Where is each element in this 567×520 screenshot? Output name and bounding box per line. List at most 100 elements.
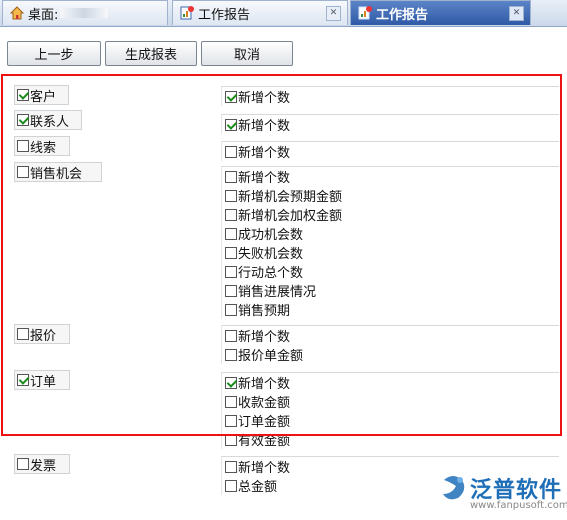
option-checkbox[interactable] bbox=[225, 118, 237, 131]
option-checkbox[interactable] bbox=[225, 395, 237, 408]
option-group-0: 新增个数 bbox=[221, 86, 559, 106]
option-item[interactable]: 新增个数 bbox=[225, 142, 559, 161]
group-label-text: 发票 bbox=[30, 458, 57, 474]
prev-step-button[interactable]: 上一步 bbox=[7, 41, 101, 66]
option-item[interactable]: 收款金额 bbox=[225, 392, 559, 411]
option-group-3: 新增个数新增机会预期金额 新增机会加权金额 成功机会数失败机会数行动总个数销售进展情… bbox=[221, 166, 559, 319]
option-group-4: 新增个数 报价单金额 bbox=[221, 325, 559, 364]
option-item[interactable]: 报价单金额 bbox=[225, 345, 559, 364]
option-label: 失败机会数 bbox=[238, 247, 304, 262]
option-item[interactable]: 失败机会数 bbox=[225, 243, 559, 262]
group-checkbox[interactable] bbox=[17, 166, 29, 178]
option-label: 销售进展情况 bbox=[238, 285, 317, 300]
group-label-text: 销售机会 bbox=[30, 166, 83, 182]
option-checkbox[interactable] bbox=[225, 329, 237, 342]
option-item[interactable]: 销售预期 bbox=[225, 300, 559, 319]
option-item[interactable]: 新增个数 bbox=[225, 373, 559, 392]
option-item[interactable]: 销售进展情况 bbox=[225, 281, 559, 300]
option-label: 行动总个数 bbox=[238, 266, 304, 281]
option-item[interactable]: 成功机会数 bbox=[225, 224, 559, 243]
tab-desktop-label: 桌面: bbox=[28, 7, 59, 23]
option-group-2: 新增个数 bbox=[221, 141, 559, 161]
option-item[interactable]: 有效金额 bbox=[225, 430, 559, 449]
group-label-text: 客户 bbox=[30, 89, 57, 105]
group-label-2[interactable]: 线索 bbox=[14, 136, 70, 156]
group-checkbox[interactable] bbox=[17, 374, 29, 386]
option-checkbox[interactable] bbox=[225, 414, 237, 427]
option-label: 新增个数 bbox=[238, 330, 291, 345]
option-checkbox[interactable] bbox=[225, 284, 237, 297]
option-checkbox[interactable] bbox=[225, 208, 237, 221]
cancel-button[interactable]: 取消 bbox=[201, 41, 293, 66]
close-icon[interactable]: ✕ bbox=[509, 6, 524, 21]
option-checkbox[interactable] bbox=[225, 90, 237, 103]
option-checkbox[interactable] bbox=[225, 348, 237, 361]
option-checkbox[interactable] bbox=[225, 460, 237, 473]
option-checkbox[interactable] bbox=[225, 246, 237, 259]
home-icon bbox=[9, 6, 25, 20]
group-checkbox[interactable] bbox=[17, 140, 29, 152]
option-label: 报价单金额 bbox=[238, 349, 304, 364]
option-checkbox[interactable] bbox=[225, 479, 237, 492]
fanpu-logo-icon bbox=[443, 476, 465, 500]
tab-bar: 桌面: 工作报告 ✕ 工作报告 ✕ bbox=[0, 0, 567, 27]
option-group-5: 新增个数收款金额订单金额有效金额 bbox=[221, 372, 559, 449]
option-label: 新增个数 bbox=[238, 91, 291, 106]
option-checkbox[interactable] bbox=[225, 170, 237, 183]
option-item[interactable]: 新增个数 bbox=[225, 326, 559, 345]
group-checkbox[interactable] bbox=[17, 114, 29, 126]
group-label-text: 线索 bbox=[30, 140, 57, 156]
group-checkbox[interactable] bbox=[17, 89, 29, 101]
option-checkbox[interactable] bbox=[225, 433, 237, 446]
group-label-3[interactable]: 销售机会 bbox=[14, 162, 102, 182]
option-label: 收款金额 bbox=[238, 396, 291, 411]
option-label: 新增机会加权金额 bbox=[238, 209, 343, 224]
option-item[interactable]: 订单金额 bbox=[225, 411, 559, 430]
option-label: 总金额 bbox=[238, 480, 278, 495]
group-label-4[interactable]: 报价 bbox=[14, 324, 70, 344]
option-item[interactable]: 新增个数 bbox=[225, 115, 559, 134]
option-label: 新增个数 bbox=[238, 461, 291, 476]
option-checkbox[interactable] bbox=[225, 265, 237, 278]
group-label-6[interactable]: 发票 bbox=[14, 454, 70, 474]
tab-work-report-1-label: 工作报告 bbox=[198, 7, 251, 23]
group-checkbox[interactable] bbox=[17, 458, 29, 470]
report-icon bbox=[180, 6, 194, 20]
watermark-logo: 泛普软件 www.fanpusoft.com bbox=[438, 470, 567, 518]
tab-desktop-redacted bbox=[60, 8, 109, 18]
watermark-url: www.fanpusoft.com bbox=[470, 500, 567, 511]
option-label: 新增个数 bbox=[238, 119, 291, 134]
option-group-1: 新增个数 bbox=[221, 114, 559, 134]
option-label: 新增个数 bbox=[238, 146, 291, 161]
option-label: 销售预期 bbox=[238, 304, 291, 319]
option-label: 新增机会预期金额 bbox=[238, 190, 343, 205]
option-checkbox[interactable] bbox=[225, 303, 237, 316]
group-label-text: 订单 bbox=[30, 374, 57, 390]
option-item[interactable]: 行动总个数 bbox=[225, 262, 559, 281]
option-label: 有效金额 bbox=[238, 434, 291, 449]
close-icon[interactable]: ✕ bbox=[326, 6, 341, 21]
group-label-text: 报价 bbox=[30, 328, 57, 344]
tab-desktop[interactable]: 桌面: bbox=[2, 0, 168, 25]
option-item[interactable]: 新增机会加权金额 bbox=[225, 205, 559, 224]
option-item[interactable]: 新增机会预期金额 bbox=[225, 186, 559, 205]
group-label-5[interactable]: 订单 bbox=[14, 370, 70, 390]
option-checkbox[interactable] bbox=[225, 376, 237, 389]
option-item[interactable]: 新增个数 bbox=[225, 87, 559, 106]
option-checkbox[interactable] bbox=[225, 227, 237, 240]
tab-work-report-1[interactable]: 工作报告 ✕ bbox=[172, 0, 348, 25]
option-checkbox[interactable] bbox=[225, 189, 237, 202]
generate-report-button[interactable]: 生成报表 bbox=[105, 41, 197, 66]
tab-work-report-2-label: 工作报告 bbox=[376, 7, 429, 23]
group-label-1[interactable]: 联系人 bbox=[14, 110, 82, 130]
option-label: 成功机会数 bbox=[238, 228, 304, 243]
option-item[interactable]: 新增个数 bbox=[225, 167, 559, 186]
group-checkbox[interactable] bbox=[17, 328, 29, 340]
group-label-0[interactable]: 客户 bbox=[14, 85, 69, 105]
tab-work-report-2[interactable]: 工作报告 ✕ bbox=[350, 0, 531, 25]
group-label-text: 联系人 bbox=[30, 114, 70, 130]
option-label: 新增个数 bbox=[238, 171, 291, 186]
option-checkbox[interactable] bbox=[225, 145, 237, 158]
option-label: 新增个数 bbox=[238, 377, 291, 392]
option-label: 订单金额 bbox=[238, 415, 291, 430]
